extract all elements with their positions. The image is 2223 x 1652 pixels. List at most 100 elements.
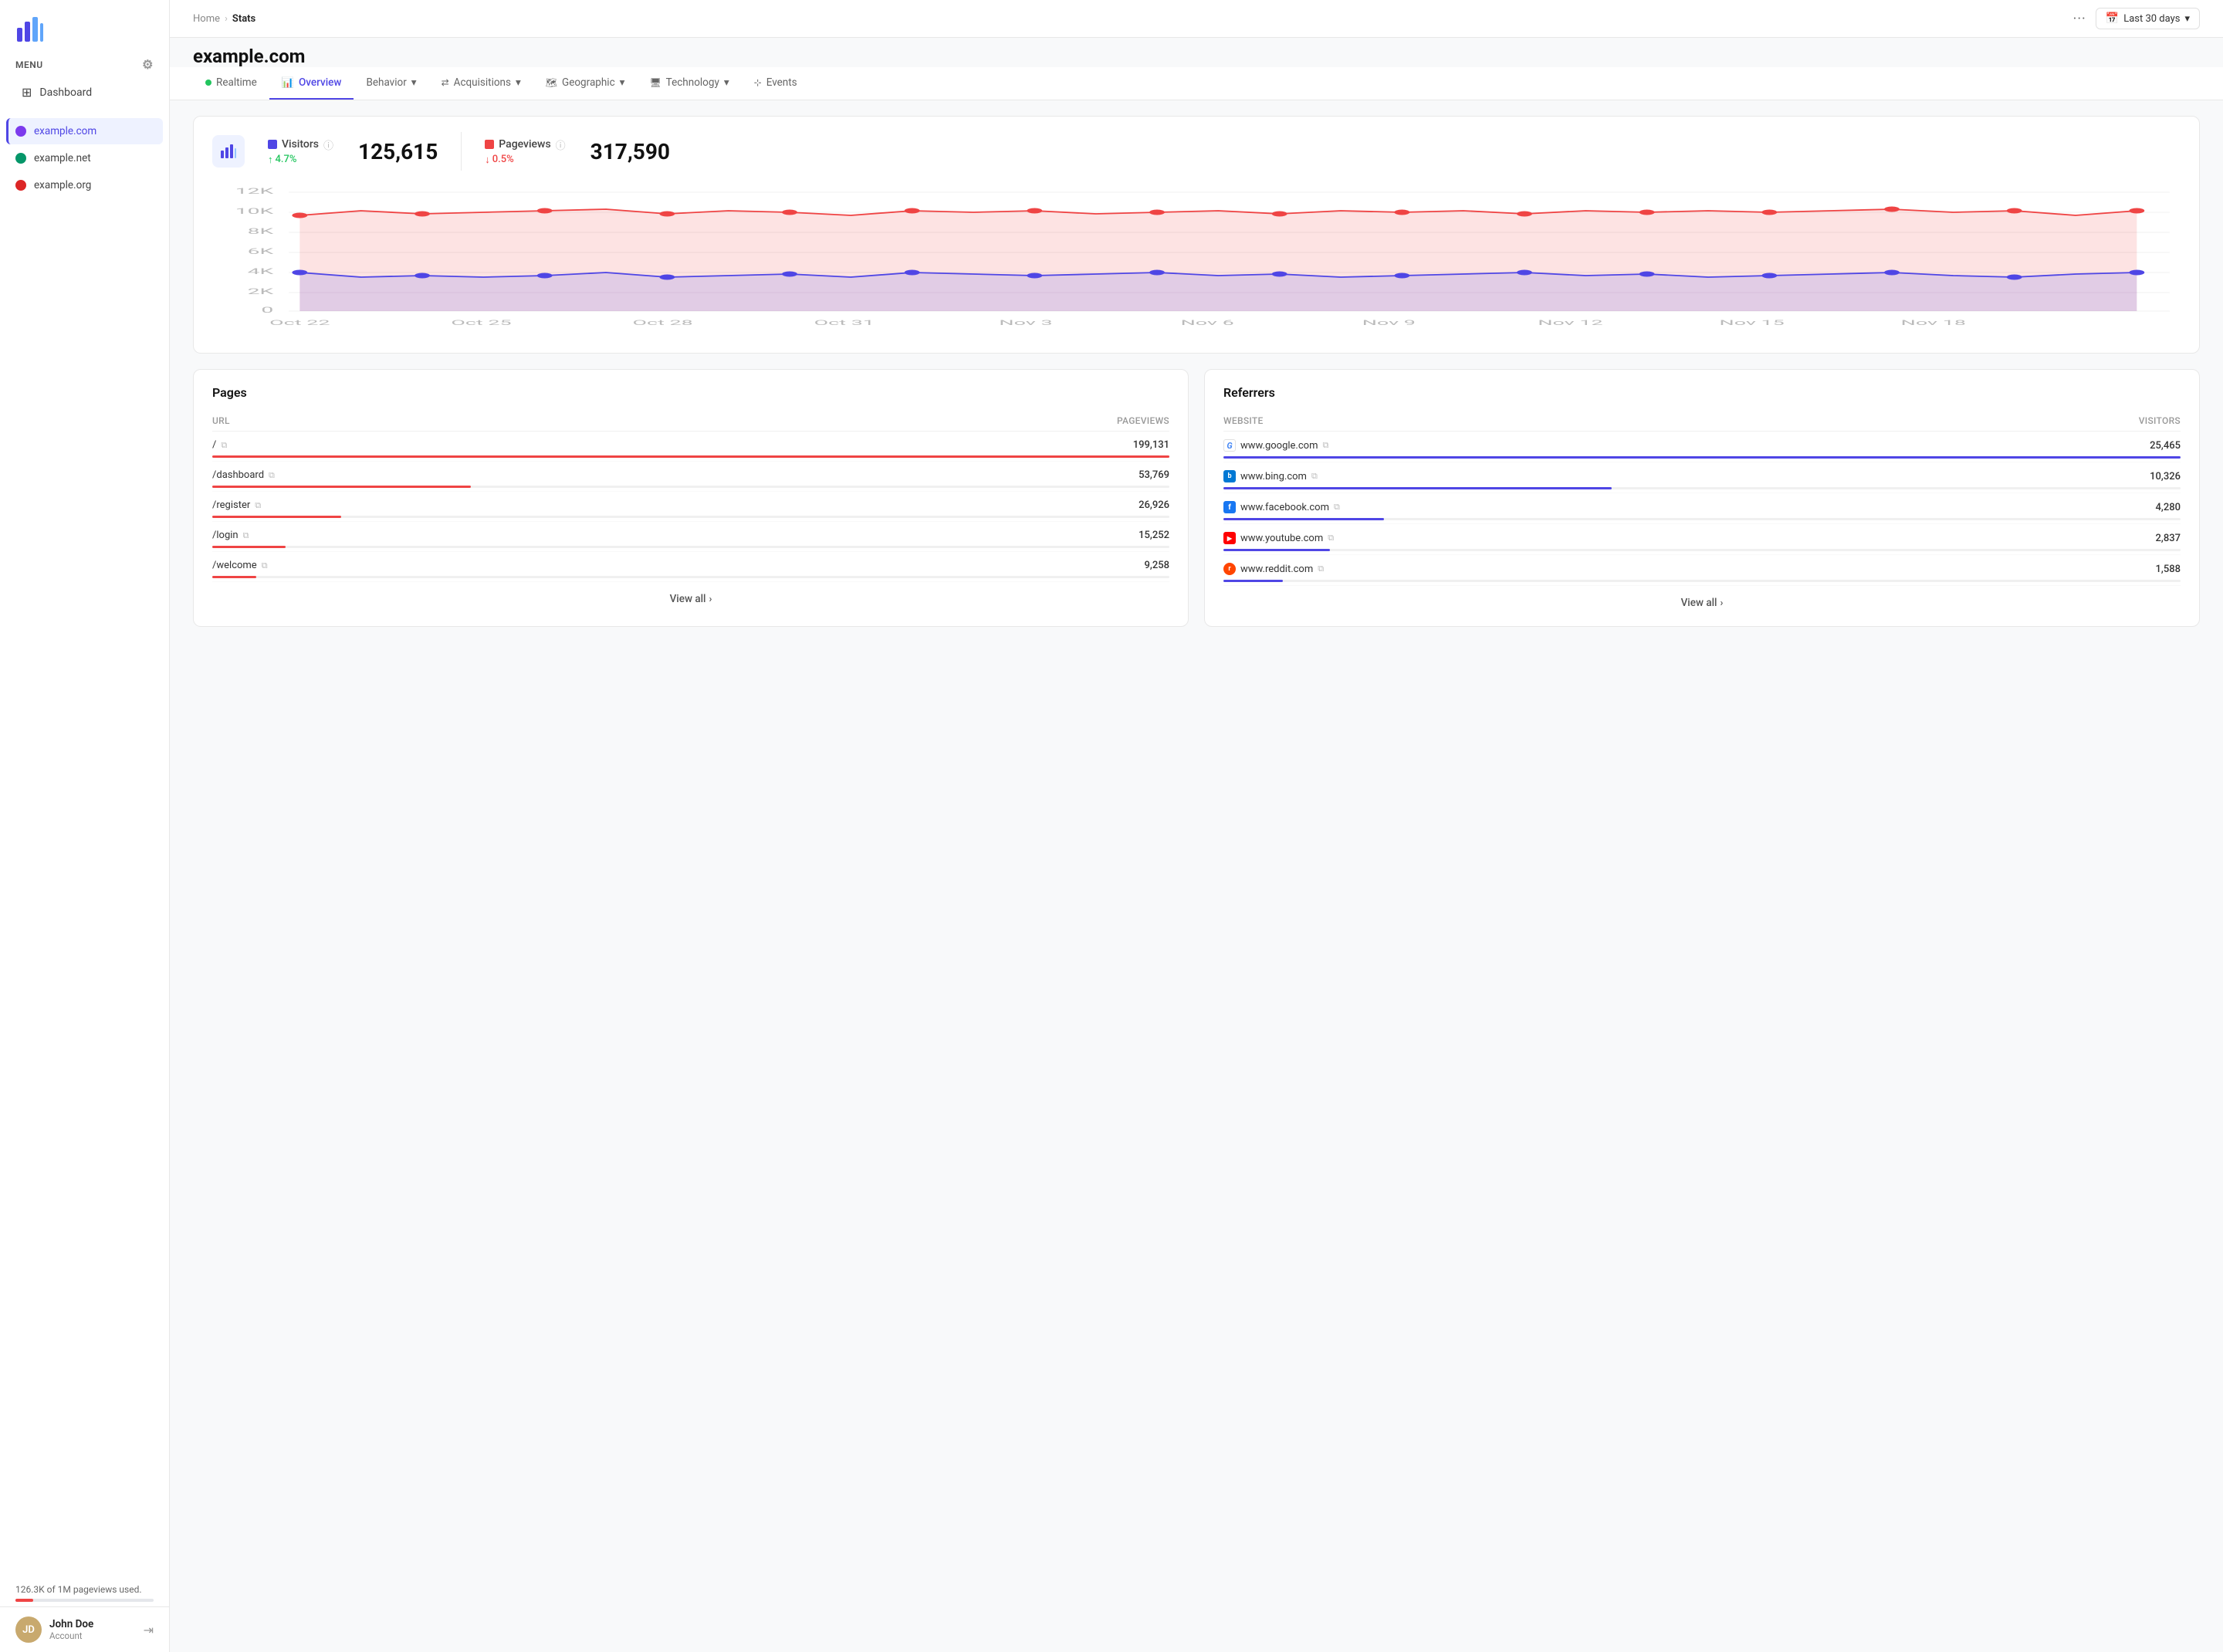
topbar: Home › Stats ··· 📅 Last 30 days ▾ — [170, 0, 2223, 38]
pageviews-metric: Pageviews ⓘ ↓ 0.5% 317,590 — [485, 137, 670, 166]
referrers-table-title: Referrers — [1223, 385, 2181, 400]
external-link-icon[interactable]: ⧉ — [1334, 502, 1340, 513]
date-filter-button[interactable]: 📅 Last 30 days ▾ — [2096, 8, 2200, 29]
site-dot-red — [15, 180, 26, 191]
svg-text:0: 0 — [261, 306, 273, 315]
svg-text:8K: 8K — [248, 227, 275, 236]
sidebar-item-example-com[interactable]: example.com — [6, 118, 163, 144]
pages-table-card: Pages URL Pageviews / ⧉ 199,131 — [193, 369, 1189, 627]
external-link-icon[interactable]: ⧉ — [221, 440, 227, 451]
svg-text:12K: 12K — [235, 187, 275, 196]
stats-header: Visitors ⓘ ↑ 4.7% 125,615 — [212, 132, 2181, 171]
logo — [0, 0, 169, 51]
chevron-down-icon: ▾ — [620, 76, 625, 89]
table-row: / ⧉ 199,131 — [212, 432, 1169, 462]
chevron-down-icon: ▾ — [516, 76, 521, 89]
svg-text:Nov 18: Nov 18 — [1901, 318, 1966, 327]
arrow-right-icon: › — [1721, 597, 1724, 609]
external-link-icon[interactable]: ⧉ — [243, 530, 249, 541]
line-chart: 12K 10K 8K 6K 4K 2K 0 — [212, 183, 2181, 337]
tab-technology[interactable]: 🖥 Technology ▾ — [637, 67, 741, 100]
external-link-icon[interactable]: ⧉ — [255, 500, 261, 511]
tab-overview[interactable]: 📊 Overview — [269, 67, 354, 100]
realtime-dot — [205, 80, 211, 86]
site-dot-green — [15, 153, 26, 164]
sites-section: example.com example.net example.org — [0, 108, 169, 202]
external-link-icon[interactable]: ⧉ — [1322, 440, 1328, 451]
technology-icon: 🖥 — [649, 77, 661, 88]
menu-section-label: MENU ⚙ — [0, 51, 169, 76]
tab-events[interactable]: ⊹ Events — [742, 67, 810, 100]
table-row: f www.facebook.com ⧉ 4,280 — [1223, 493, 2181, 524]
external-link-icon[interactable]: ⧉ — [1328, 533, 1334, 543]
table-row: r www.reddit.com ⧉ 1,588 — [1223, 555, 2181, 586]
sidebar-item-dashboard[interactable]: ⊞ Dashboard — [6, 77, 163, 107]
table-row: /welcome ⧉ 9,258 — [212, 552, 1169, 582]
geographic-icon: 🗺 — [546, 77, 557, 88]
referrers-table-header: Website Visitors — [1223, 411, 2181, 432]
bing-icon: b — [1223, 470, 1236, 482]
chevron-down-icon: ▾ — [724, 76, 729, 89]
referrers-view-all-button[interactable]: View all › — [1223, 586, 2181, 611]
svg-text:Nov 9: Nov 9 — [1362, 318, 1416, 327]
topbar-right: ··· 📅 Last 30 days ▾ — [2073, 8, 2200, 29]
metric-separator — [461, 132, 462, 171]
visitors-value: 125,615 — [358, 139, 438, 164]
page-title: example.com — [170, 38, 2223, 67]
svg-text:Nov 15: Nov 15 — [1720, 318, 1785, 327]
tab-realtime[interactable]: Realtime — [193, 67, 269, 100]
pageviews-change: ↓ 0.5% — [485, 154, 565, 166]
table-row: b www.bing.com ⧉ 10,326 — [1223, 462, 2181, 493]
pages-table-header: URL Pageviews — [212, 411, 1169, 432]
more-options-button[interactable]: ··· — [2073, 11, 2086, 27]
tab-behavior[interactable]: Behavior ▾ — [354, 67, 428, 100]
events-icon: ⊹ — [754, 77, 762, 88]
svg-text:Nov 3: Nov 3 — [999, 318, 1052, 327]
calendar-icon: 📅 — [2106, 12, 2119, 25]
pages-view-all-button[interactable]: View all › — [212, 582, 1169, 607]
svg-text:6K: 6K — [248, 247, 275, 256]
chevron-down-icon: ▾ — [411, 76, 417, 89]
stats-chart-icon — [212, 135, 245, 168]
avatar: JD — [15, 1616, 42, 1643]
table-row: /dashboard ⧉ 53,769 — [212, 462, 1169, 492]
arrow-right-icon: › — [709, 594, 712, 605]
main-content: Home › Stats ··· 📅 Last 30 days ▾ exampl… — [170, 0, 2223, 1652]
sidebar-item-example-net[interactable]: example.net — [6, 145, 163, 171]
stats-card: Visitors ⓘ ↑ 4.7% 125,615 — [193, 116, 2200, 354]
sidebar-item-example-org[interactable]: example.org — [6, 172, 163, 198]
svg-text:Nov 6: Nov 6 — [1181, 318, 1234, 327]
user-profile[interactable]: JD John Doe Account ⇥ — [0, 1606, 169, 1652]
table-row: G www.google.com ⧉ 25,465 — [1223, 432, 2181, 462]
logout-icon[interactable]: ⇥ — [144, 1623, 154, 1637]
user-info: John Doe Account — [49, 1618, 136, 1641]
external-link-icon[interactable]: ⧉ — [262, 560, 268, 571]
svg-text:10K: 10K — [235, 207, 275, 216]
dashboard-icon: ⊞ — [22, 85, 32, 100]
external-link-icon[interactable]: ⧉ — [1311, 471, 1318, 482]
svg-text:Nov 12: Nov 12 — [1538, 318, 1602, 327]
tab-geographic[interactable]: 🗺 Geographic ▾ — [533, 67, 638, 100]
pages-table-title: Pages — [212, 385, 1169, 400]
google-icon: G — [1223, 439, 1236, 452]
breadcrumb: Home › Stats — [193, 13, 255, 25]
settings-icon[interactable]: ⚙ — [142, 57, 154, 72]
sidebar: MENU ⚙ ⊞ Dashboard example.com example.n… — [0, 0, 170, 1652]
svg-text:2K: 2K — [248, 287, 275, 296]
svg-text:Oct 22: Oct 22 — [269, 318, 330, 327]
usage-info: 126.3K of 1M pageviews used. — [0, 1576, 169, 1606]
pageviews-info-icon[interactable]: ⓘ — [556, 137, 566, 152]
site-dot-purple — [15, 126, 26, 137]
usage-bar-fill — [15, 1599, 33, 1602]
table-row: /register ⧉ 26,926 — [212, 492, 1169, 522]
referrers-table-card: Referrers Website Visitors G www.google.… — [1204, 369, 2200, 627]
visitors-color-dot — [268, 140, 277, 149]
pageviews-color-dot — [485, 140, 494, 149]
table-row: ▶ www.youtube.com ⧉ 2,837 — [1223, 524, 2181, 555]
external-link-icon[interactable]: ⧉ — [1318, 564, 1324, 574]
content-area: Visitors ⓘ ↑ 4.7% 125,615 — [170, 100, 2223, 1652]
external-link-icon[interactable]: ⧉ — [269, 470, 275, 481]
visitors-info-icon[interactable]: ⓘ — [323, 137, 333, 152]
tables-row: Pages URL Pageviews / ⧉ 199,131 — [193, 369, 2200, 627]
tab-acquisitions[interactable]: ⇄ Acquisitions ▾ — [429, 67, 533, 100]
